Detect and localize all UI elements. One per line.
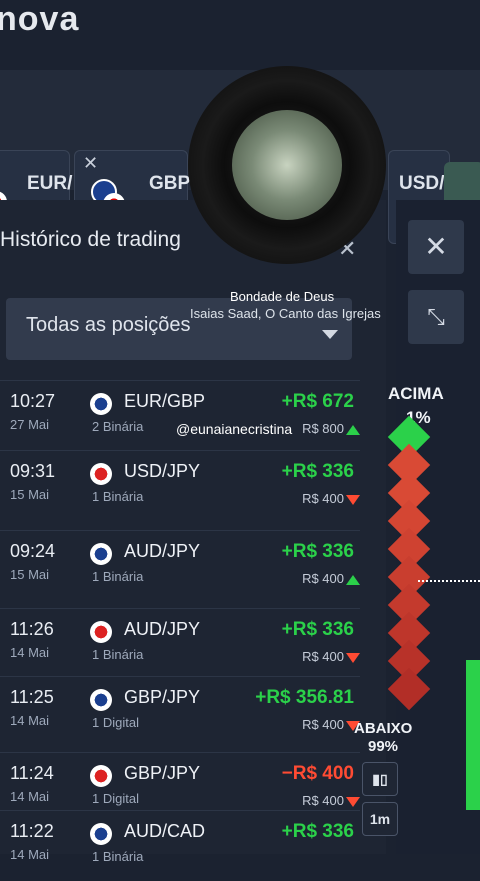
- trade-profit: −R$ 400: [281, 763, 354, 784]
- trade-stake: R$ 800: [302, 421, 344, 436]
- trade-date: 14 Mai: [10, 645, 50, 660]
- trade-row[interactable]: 11:26 14 Mai AUD/JPY 1 Binária +R$ 336 R$ 400: [0, 608, 360, 679]
- price-line: [418, 580, 480, 584]
- song-artist: Isaias Saad, O Canto das Igrejas: [190, 306, 381, 321]
- trade-pair: USD/JPY: [124, 461, 201, 481]
- arrow-down-icon: [346, 495, 360, 505]
- trade-date: 14 Mai: [10, 713, 50, 728]
- trade-profit: +R$ 336: [281, 541, 354, 562]
- trade-time: 10:27: [10, 391, 56, 411]
- trade-type: 1 Binária: [92, 647, 144, 662]
- arrow-up-icon: [346, 575, 360, 585]
- trade-time: 09:31: [10, 461, 56, 481]
- trade-row[interactable]: 09:31 15 Mai USD/JPY 1 Binária +R$ 336 R$ 400: [0, 450, 360, 521]
- currency-flag-icon: [90, 823, 112, 845]
- trade-date: 27 Mai: [10, 417, 50, 432]
- trade-pair: AUD/CAD: [124, 821, 206, 841]
- music-disc-icon: [188, 66, 386, 264]
- trade-date: 14 Mai: [10, 789, 50, 804]
- trade-row[interactable]: 09:24 15 Mai AUD/JPY 1 Binária +R$ 336 R$ 400: [0, 530, 360, 601]
- brand-logo: nova: [0, 0, 80, 38]
- currency-flag-icon: [90, 765, 112, 787]
- trade-pair: GBP/JPY: [124, 763, 201, 783]
- trade-profit: +R$ 356.81: [255, 687, 354, 708]
- arrow-up-icon: [346, 425, 360, 435]
- trade-type: 1 Binária: [92, 569, 144, 584]
- trade-pair: AUD/JPY: [124, 541, 201, 561]
- currency-flag-icon: [90, 463, 112, 485]
- trade-type: 2 Binária: [92, 419, 144, 434]
- arrow-down-icon: [346, 653, 360, 663]
- trade-profit: +R$ 336: [281, 821, 354, 842]
- chevron-down-icon: [322, 330, 338, 339]
- currency-flag-icon: [90, 689, 112, 711]
- asset-tab-pair: USD/: [399, 173, 445, 194]
- trade-date: 14 Mai: [10, 847, 50, 862]
- currency-flag-icon: [90, 543, 112, 565]
- trade-time: 11:24: [10, 763, 54, 783]
- trade-stake: R$ 400: [302, 717, 344, 732]
- arrow-down-icon: [346, 797, 360, 807]
- song-title: Bondade de Deus: [230, 289, 335, 304]
- trade-pair: GBP/JPY: [124, 687, 201, 707]
- collapse-icon[interactable]: ⤡: [408, 290, 464, 344]
- trade-stake: R$ 400: [302, 649, 344, 664]
- trade-stake: R$ 400: [302, 491, 344, 506]
- panel-title: Histórico de trading: [0, 228, 181, 251]
- trade-type: 1 Digital: [92, 791, 139, 806]
- asset-tab-pair: GBP: [149, 173, 191, 194]
- close-tab-icon[interactable]: ✕: [83, 153, 98, 174]
- trade-stake: R$ 400: [302, 793, 344, 808]
- trade-profit: +R$ 672: [281, 391, 354, 412]
- close-chart-button[interactable]: ✕: [408, 220, 464, 274]
- trade-time: 11:26: [10, 619, 54, 639]
- trade-time: 09:24: [10, 541, 56, 561]
- chart-candle-green: [466, 660, 480, 810]
- trade-type: 1 Digital: [92, 715, 139, 730]
- trade-pair: AUD/JPY: [124, 619, 201, 639]
- sentiment-down-percent: 99%: [368, 738, 399, 755]
- sentiment-bar: [386, 415, 440, 720]
- trade-row[interactable]: 10:27 27 Mai EUR/GBP 2 Binária +R$ 672 R$ 800: [0, 380, 360, 451]
- trade-time: 11:25: [10, 687, 54, 707]
- trade-date: 15 Mai: [10, 487, 50, 502]
- filter-value: Todas as posições: [26, 314, 191, 336]
- trade-profit: +R$ 336: [281, 461, 354, 482]
- currency-flag-icon: [90, 393, 112, 415]
- trade-type: 1 Binária: [92, 489, 144, 504]
- trade-time: 11:22: [10, 821, 54, 841]
- trade-row[interactable]: 11:25 14 Mai GBP/JPY 1 Digital +R$ 356.81 R$ …: [0, 676, 360, 747]
- creator-handle: @eunaianecristina: [176, 421, 293, 437]
- trade-type: 1 Binária: [92, 849, 144, 864]
- timeframe-button[interactable]: 1m: [362, 802, 398, 836]
- trade-pair: EUR/GBP: [124, 391, 206, 411]
- currency-flag-icon: [90, 621, 112, 643]
- trade-date: 15 Mai: [10, 567, 50, 582]
- trade-profit: +R$ 336: [281, 619, 354, 640]
- trade-row[interactable]: 11:22 14 Mai AUD/CAD 1 Binária +R$ 336: [0, 810, 360, 881]
- trade-stake: R$ 400: [302, 571, 344, 586]
- candlestick-chart-icon[interactable]: ▮▯: [362, 762, 398, 796]
- sentiment-up-label: ACIMA: [388, 384, 444, 403]
- sentiment-down-label: ABAIXO: [354, 720, 413, 737]
- asset-tab-pair: EUR/: [27, 173, 73, 194]
